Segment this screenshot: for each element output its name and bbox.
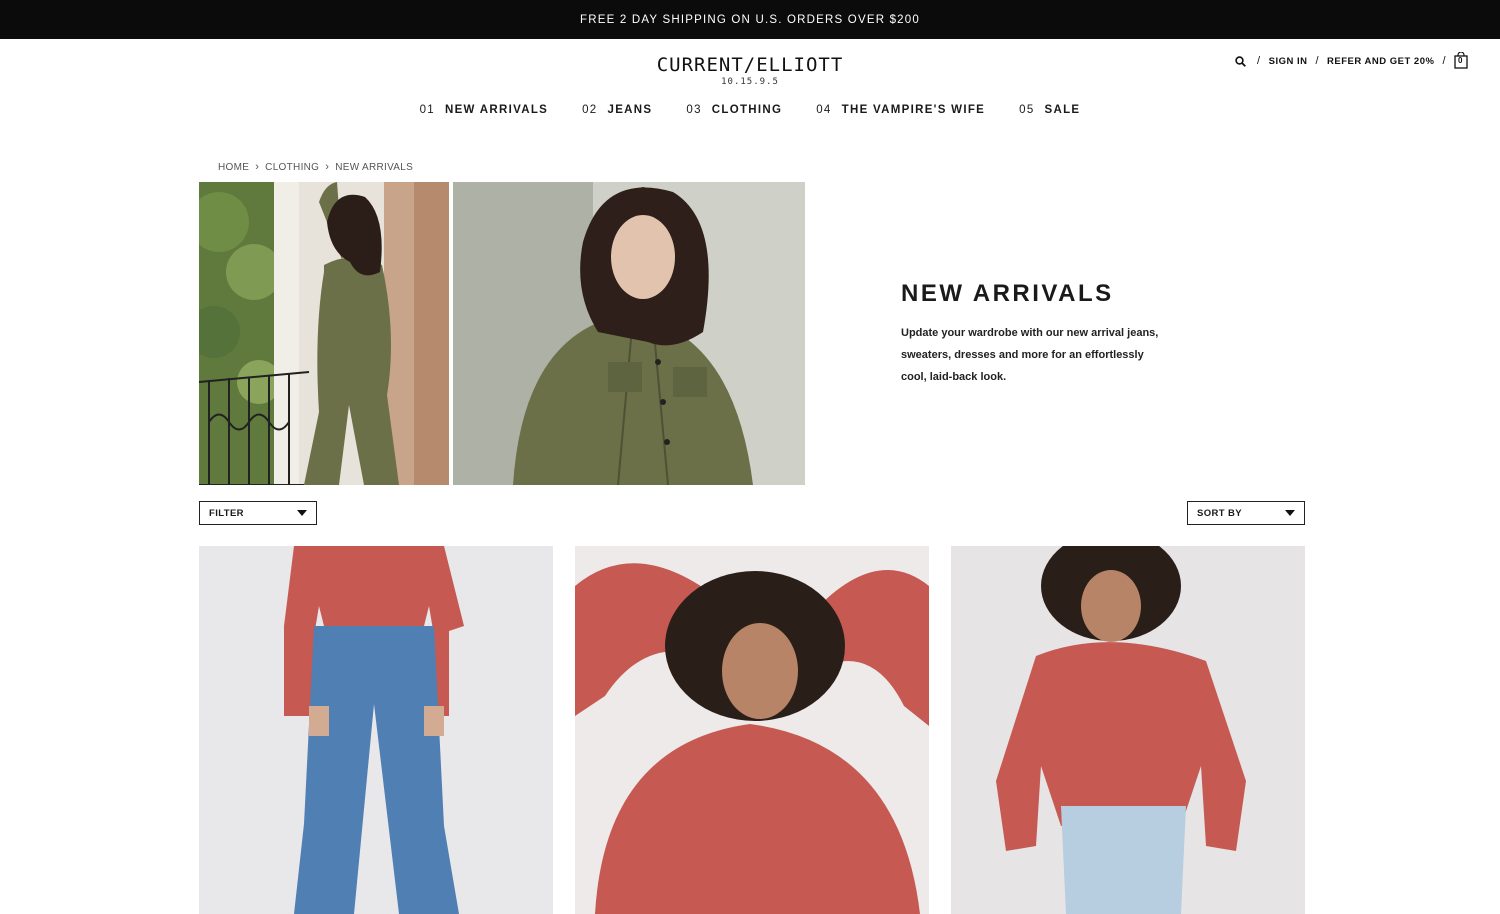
nav-jeans[interactable]: 02 JEANS [582,104,652,116]
nav-label: JEANS [607,104,653,116]
search-icon[interactable] [1231,52,1249,70]
sort-dropdown[interactable]: SORT BY [1187,501,1305,525]
hero-image-left [199,182,449,485]
product-image[interactable] [199,546,553,914]
nav-label: CLOTHING [711,104,783,116]
chevron-right-icon: › [325,161,330,173]
breadcrumb-home[interactable]: HOME [218,162,249,173]
separator: / [1315,55,1320,67]
page-title: NEW ARRIVALS [901,280,1114,307]
nav-number: 04 [816,104,832,116]
product-image[interactable] [575,546,929,914]
bag-count: 0 [1458,56,1463,65]
nav-number: 02 [582,104,598,116]
breadcrumb-current: NEW ARRIVALS [335,161,414,173]
product-card[interactable] [575,546,929,914]
nav-label: THE VAMPIRE'S WIFE [841,104,986,116]
nav-vampires-wife[interactable]: 04 THE VAMPIRE'S WIFE [816,104,985,116]
breadcrumb: HOME › CLOTHING › NEW ARRIVALS [218,161,413,173]
shopping-bag-icon[interactable]: 0 [1454,51,1470,70]
nav-label: NEW ARRIVALS [444,104,549,116]
brand-tagline: 10.15.9.5 [721,77,779,87]
chevron-right-icon: › [255,161,260,173]
nav-number: 05 [1019,104,1035,116]
sort-label: SORT BY [1197,507,1243,519]
page-description: Update your wardrobe with our new arriva… [901,327,1159,383]
sign-in-link[interactable]: SIGN IN [1269,56,1308,67]
product-card[interactable] [951,546,1305,914]
nav-clothing[interactable]: 03 CLOTHING [686,104,782,116]
product-card[interactable] [199,546,553,914]
promo-bar: FREE 2 DAY SHIPPING ON U.S. ORDERS OVER … [0,0,1500,39]
nav-number: 01 [419,104,435,116]
nav-number: 03 [686,104,702,116]
filter-label: FILTER [209,507,244,519]
product-image[interactable] [951,546,1305,914]
breadcrumb-clothing[interactable]: CLOTHING [265,162,319,173]
nav-sale[interactable]: 05 SALE [1019,104,1080,116]
filter-dropdown[interactable]: FILTER [199,501,317,525]
hero-image-right [453,182,805,485]
utility-nav: / SIGN IN / REFER AND GET 20% / 0 [1231,51,1470,70]
separator: / [1257,55,1261,67]
caret-down-icon [297,510,307,516]
promo-text: FREE 2 DAY SHIPPING ON U.S. ORDERS OVER … [580,13,920,26]
caret-down-icon [1285,510,1295,516]
separator: / [1442,55,1446,67]
refer-link[interactable]: REFER AND GET 20% [1327,56,1434,67]
nav-new-arrivals[interactable]: 01 NEW ARRIVALS [420,104,549,116]
nav-label: SALE [1044,104,1081,116]
main-nav: 01 NEW ARRIVALS 02 JEANS 03 CLOTHING 04 THE … [0,104,1500,116]
